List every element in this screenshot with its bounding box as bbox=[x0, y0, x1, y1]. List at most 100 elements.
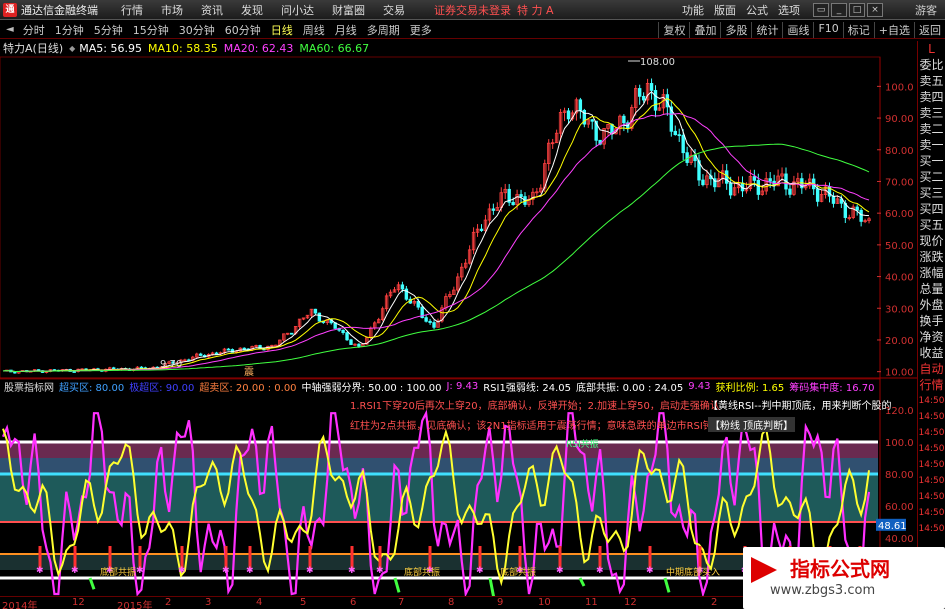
sidebar-item[interactable]: 总量 bbox=[918, 281, 945, 297]
indicator-name[interactable]: 股票指标网 bbox=[4, 379, 54, 394]
period-daily[interactable]: 日线 bbox=[266, 22, 298, 38]
period-timeshare[interactable]: 分时 bbox=[18, 22, 50, 38]
menu-function[interactable]: 功能 bbox=[677, 2, 709, 18]
menu-trade[interactable]: 交易 bbox=[374, 2, 414, 18]
date-tick-label: 9 bbox=[497, 597, 504, 608]
guest-user[interactable]: 游客 bbox=[915, 2, 937, 18]
candle-body bbox=[349, 339, 353, 345]
sidebar-item[interactable]: 行情 bbox=[918, 377, 945, 393]
menu-formula[interactable]: 公式 bbox=[741, 2, 773, 18]
period-30min[interactable]: 30分钟 bbox=[174, 22, 220, 38]
restore-icon[interactable]: ▭ bbox=[813, 2, 829, 17]
close-icon[interactable]: × bbox=[867, 2, 883, 17]
tool-draw[interactable]: 画线 bbox=[782, 21, 813, 38]
sidebar-item[interactable]: 涨跌 bbox=[918, 249, 945, 265]
sidebar-item[interactable]: 14:50 bbox=[918, 489, 945, 505]
ind-rsi1: RSI1强弱线: 24.05 bbox=[483, 382, 572, 394]
sidebar-item[interactable]: 外盘 bbox=[918, 297, 945, 313]
maximize-icon[interactable]: □ bbox=[849, 2, 865, 17]
sidebar-item[interactable]: 卖三 bbox=[918, 105, 945, 121]
date-tick-label: 5 bbox=[300, 597, 307, 608]
price-axis-label: 50.00 bbox=[885, 241, 914, 252]
sidebar-item[interactable]: 买一 bbox=[918, 153, 945, 169]
menu-wealth[interactable]: 财富圈 bbox=[323, 2, 374, 18]
sidebar-item[interactable]: 卖二 bbox=[918, 121, 945, 137]
candle-body bbox=[345, 332, 349, 341]
period-5min[interactable]: 5分钟 bbox=[89, 22, 128, 38]
star-marker: ✱ bbox=[556, 566, 564, 576]
star-marker: ✱ bbox=[348, 566, 356, 576]
sidebar-item[interactable]: 14:50 bbox=[918, 505, 945, 521]
indicator-note-1b: 【黄线RSI--判中期顶底，用来判断个股的 bbox=[708, 401, 892, 412]
tool-overlay[interactable]: 叠加 bbox=[689, 21, 720, 38]
candle-body bbox=[313, 308, 318, 314]
sidebar-item[interactable]: 14:50 bbox=[918, 457, 945, 473]
menu-layout[interactable]: 版面 bbox=[709, 2, 741, 18]
sidebar-item[interactable]: 14:50 bbox=[918, 473, 945, 489]
sidebar-item[interactable]: 现价 bbox=[918, 233, 945, 249]
back-arrow-icon[interactable]: ◄ bbox=[6, 24, 14, 35]
date-tick-label: 2015年 bbox=[117, 601, 153, 609]
sidebar-item[interactable]: 14:50 bbox=[918, 425, 945, 441]
period-60min[interactable]: 60分钟 bbox=[220, 22, 266, 38]
period-monthly[interactable]: 月线 bbox=[330, 22, 362, 38]
menu-ask[interactable]: 问小达 bbox=[272, 2, 323, 18]
candle-body bbox=[855, 206, 859, 211]
sidebar-item[interactable]: 买五 bbox=[918, 217, 945, 233]
login-status[interactable]: 证券交易未登录 bbox=[434, 2, 511, 18]
event-marker: 震 bbox=[244, 366, 254, 378]
period-15min[interactable]: 15分钟 bbox=[128, 22, 174, 38]
tool-add-favorite[interactable]: +自选 bbox=[873, 21, 914, 38]
sidebar-item[interactable]: L bbox=[918, 41, 945, 57]
price-header: 特力A(日线) ◆ MA5: 56.95 MA10: 58.35 MA20: 6… bbox=[0, 40, 880, 56]
indicator-axis-label: 60.00 bbox=[885, 502, 914, 513]
menu-quotes[interactable]: 行情 bbox=[112, 2, 152, 18]
menu-news[interactable]: 资讯 bbox=[192, 2, 232, 18]
chart-canvas[interactable]: 100.0 90.00 80.00 70.00 60.00 50.00 40.00 30.00… bbox=[0, 38, 917, 596]
tool-back[interactable]: 返回 bbox=[914, 21, 945, 38]
ind-j: J: 9.43 bbox=[446, 380, 479, 392]
sidebar-item[interactable]: 委比 bbox=[918, 57, 945, 73]
candle-body bbox=[566, 110, 571, 120]
sidebar-item[interactable]: 卖一 bbox=[918, 137, 945, 153]
date-tick-label: 11 bbox=[585, 597, 598, 608]
sidebar-item[interactable]: 换手 bbox=[918, 313, 945, 329]
ind-oversold: 超卖区: 20.00 : 0.00 bbox=[199, 382, 297, 394]
sidebar-item[interactable]: 卖五 bbox=[918, 73, 945, 89]
period-weekly[interactable]: 周线 bbox=[298, 22, 330, 38]
tool-mark[interactable]: 标记 bbox=[842, 21, 874, 38]
tool-adjust[interactable]: 复权 bbox=[658, 21, 689, 38]
sidebar-item[interactable]: 买二 bbox=[918, 169, 945, 185]
diamond-icon[interactable]: ◆ bbox=[69, 44, 75, 53]
price-panel-frame bbox=[0, 56, 881, 380]
sidebar-item[interactable]: 14:50 bbox=[918, 441, 945, 457]
sidebar-item[interactable]: 买三 bbox=[918, 185, 945, 201]
period-more[interactable]: 更多 bbox=[405, 22, 437, 38]
date-tick-label: 2 bbox=[711, 597, 718, 608]
minimize-icon[interactable]: _ bbox=[831, 2, 847, 17]
menu-market[interactable]: 市场 bbox=[152, 2, 192, 18]
tool-f10[interactable]: F10 bbox=[813, 21, 842, 38]
candle-body bbox=[831, 195, 836, 204]
indicator-note-2: 红柱为2点共振，见底确认；该2N1指标适用于震荡行情；意味急跌的单边市RSI钝 bbox=[350, 421, 713, 432]
sidebar-item[interactable]: 卖四 bbox=[918, 89, 945, 105]
sidebar-item[interactable]: 14:50 bbox=[918, 409, 945, 425]
candle-body bbox=[341, 329, 345, 334]
menu-options[interactable]: 选项 bbox=[773, 2, 805, 18]
sidebar-item[interactable]: 自动 bbox=[918, 361, 945, 377]
tool-stats[interactable]: 统计 bbox=[751, 21, 782, 38]
sidebar-item[interactable]: 净资 bbox=[918, 329, 945, 345]
sidebar-item[interactable]: 收益 bbox=[918, 345, 945, 361]
period-1min[interactable]: 1分钟 bbox=[50, 22, 89, 38]
sidebar-item[interactable]: 14:50 bbox=[918, 393, 945, 409]
indicator-axis-label: 100.0 bbox=[885, 438, 914, 449]
date-tick-label: 8 bbox=[448, 597, 455, 608]
sidebar-item[interactable]: 买四 bbox=[918, 201, 945, 217]
period-multi[interactable]: 多周期 bbox=[362, 22, 405, 38]
menu-discover[interactable]: 发现 bbox=[232, 2, 272, 18]
sidebar-item[interactable]: 涨幅 bbox=[918, 265, 945, 281]
sidebar-item[interactable]: 14:50 bbox=[918, 521, 945, 537]
tool-multi-stock[interactable]: 多股 bbox=[720, 21, 751, 38]
candle-body bbox=[432, 322, 436, 328]
candle-body bbox=[590, 119, 594, 122]
